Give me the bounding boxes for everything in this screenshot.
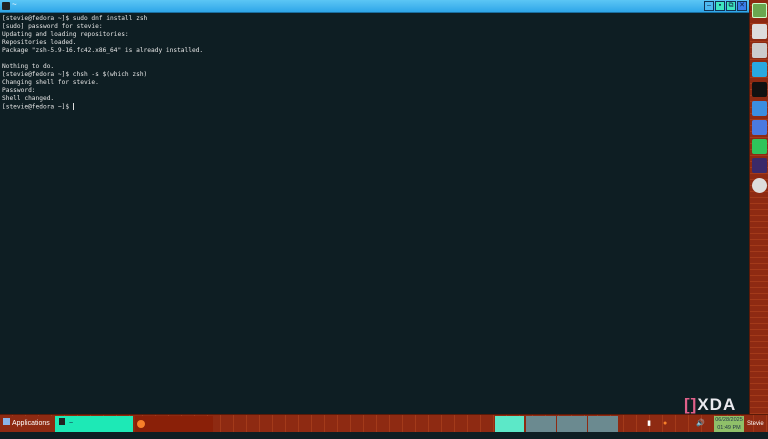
volume-icon[interactable]: 🔊 (696, 416, 708, 432)
terminal-app-icon[interactable] (752, 82, 767, 97)
mixer-icon[interactable] (752, 43, 767, 58)
close-button[interactable]: ✕ (737, 1, 747, 11)
terminal-output[interactable]: [stevie@fedora ~]$ sudo dnf install zsh[… (2, 15, 203, 112)
settings-icon[interactable] (752, 101, 767, 116)
terminal-line (2, 55, 203, 63)
task-terminal[interactable]: ~ (55, 416, 133, 432)
applications-menu[interactable]: Applications (1, 416, 53, 432)
spotify-icon[interactable] (752, 139, 767, 154)
file-manager-icon[interactable] (752, 62, 767, 77)
discord-icon[interactable] (752, 120, 767, 135)
clock[interactable]: 06/28/202501:49 PM (714, 416, 744, 432)
user-menu[interactable]: Stevie (747, 416, 768, 432)
window-titlebar[interactable]: ~ – ▪ ⧉ ✕ (0, 0, 749, 13)
terminal-line: Changing shell for stevie. (2, 79, 203, 87)
workspace-1[interactable] (495, 416, 524, 432)
right-dock (749, 0, 768, 414)
xda-watermark: []XDA (684, 395, 736, 415)
workspace-2[interactable] (526, 416, 556, 432)
terminal-line: Password: (2, 87, 203, 95)
search-icon[interactable] (752, 24, 767, 39)
camera-icon[interactable] (752, 178, 767, 193)
workspace-3[interactable] (557, 416, 587, 432)
shade-button[interactable]: ▪ (715, 1, 725, 11)
terminal-line: Package "zsh-5.9-16.fc42.x86_64" is alre… (2, 47, 203, 55)
terminal-line: Nothing to do. (2, 63, 203, 71)
terminal-line: Updating and loading repositories: (2, 31, 203, 39)
terminal-icon (2, 2, 10, 10)
terminal-line: Shell changed. (2, 95, 203, 103)
workspace-4[interactable] (588, 416, 618, 432)
terminal-line: [stevie@fedora ~]$ chsh -s $(which zsh) (2, 71, 203, 79)
taskbar: Applications ~ ▮ ● 🔊 06/28/202501:49 PM … (0, 414, 768, 432)
prompt: [stevie@fedora ~]$ (2, 104, 73, 111)
minimize-button[interactable]: – (704, 1, 714, 11)
terminal-line: Repositories loaded. (2, 39, 203, 47)
apps-icon (3, 418, 10, 425)
terminal-line: [sudo] password for stevie: (2, 23, 203, 31)
clipboard-icon[interactable]: ▮ (645, 416, 653, 432)
terminal-line: [stevie@fedora ~]$ sudo dnf install zsh (2, 15, 203, 23)
update-icon[interactable]: ● (663, 416, 671, 432)
window-title: ~ (12, 0, 17, 9)
obsidian-icon[interactable] (752, 158, 767, 173)
task-firefox[interactable] (135, 416, 213, 432)
firefox-icon (137, 420, 145, 428)
desktop-preview-icon[interactable] (752, 3, 767, 18)
maximize-button[interactable]: ⧉ (726, 1, 736, 11)
terminal-icon (59, 418, 65, 425)
cursor (73, 103, 74, 110)
